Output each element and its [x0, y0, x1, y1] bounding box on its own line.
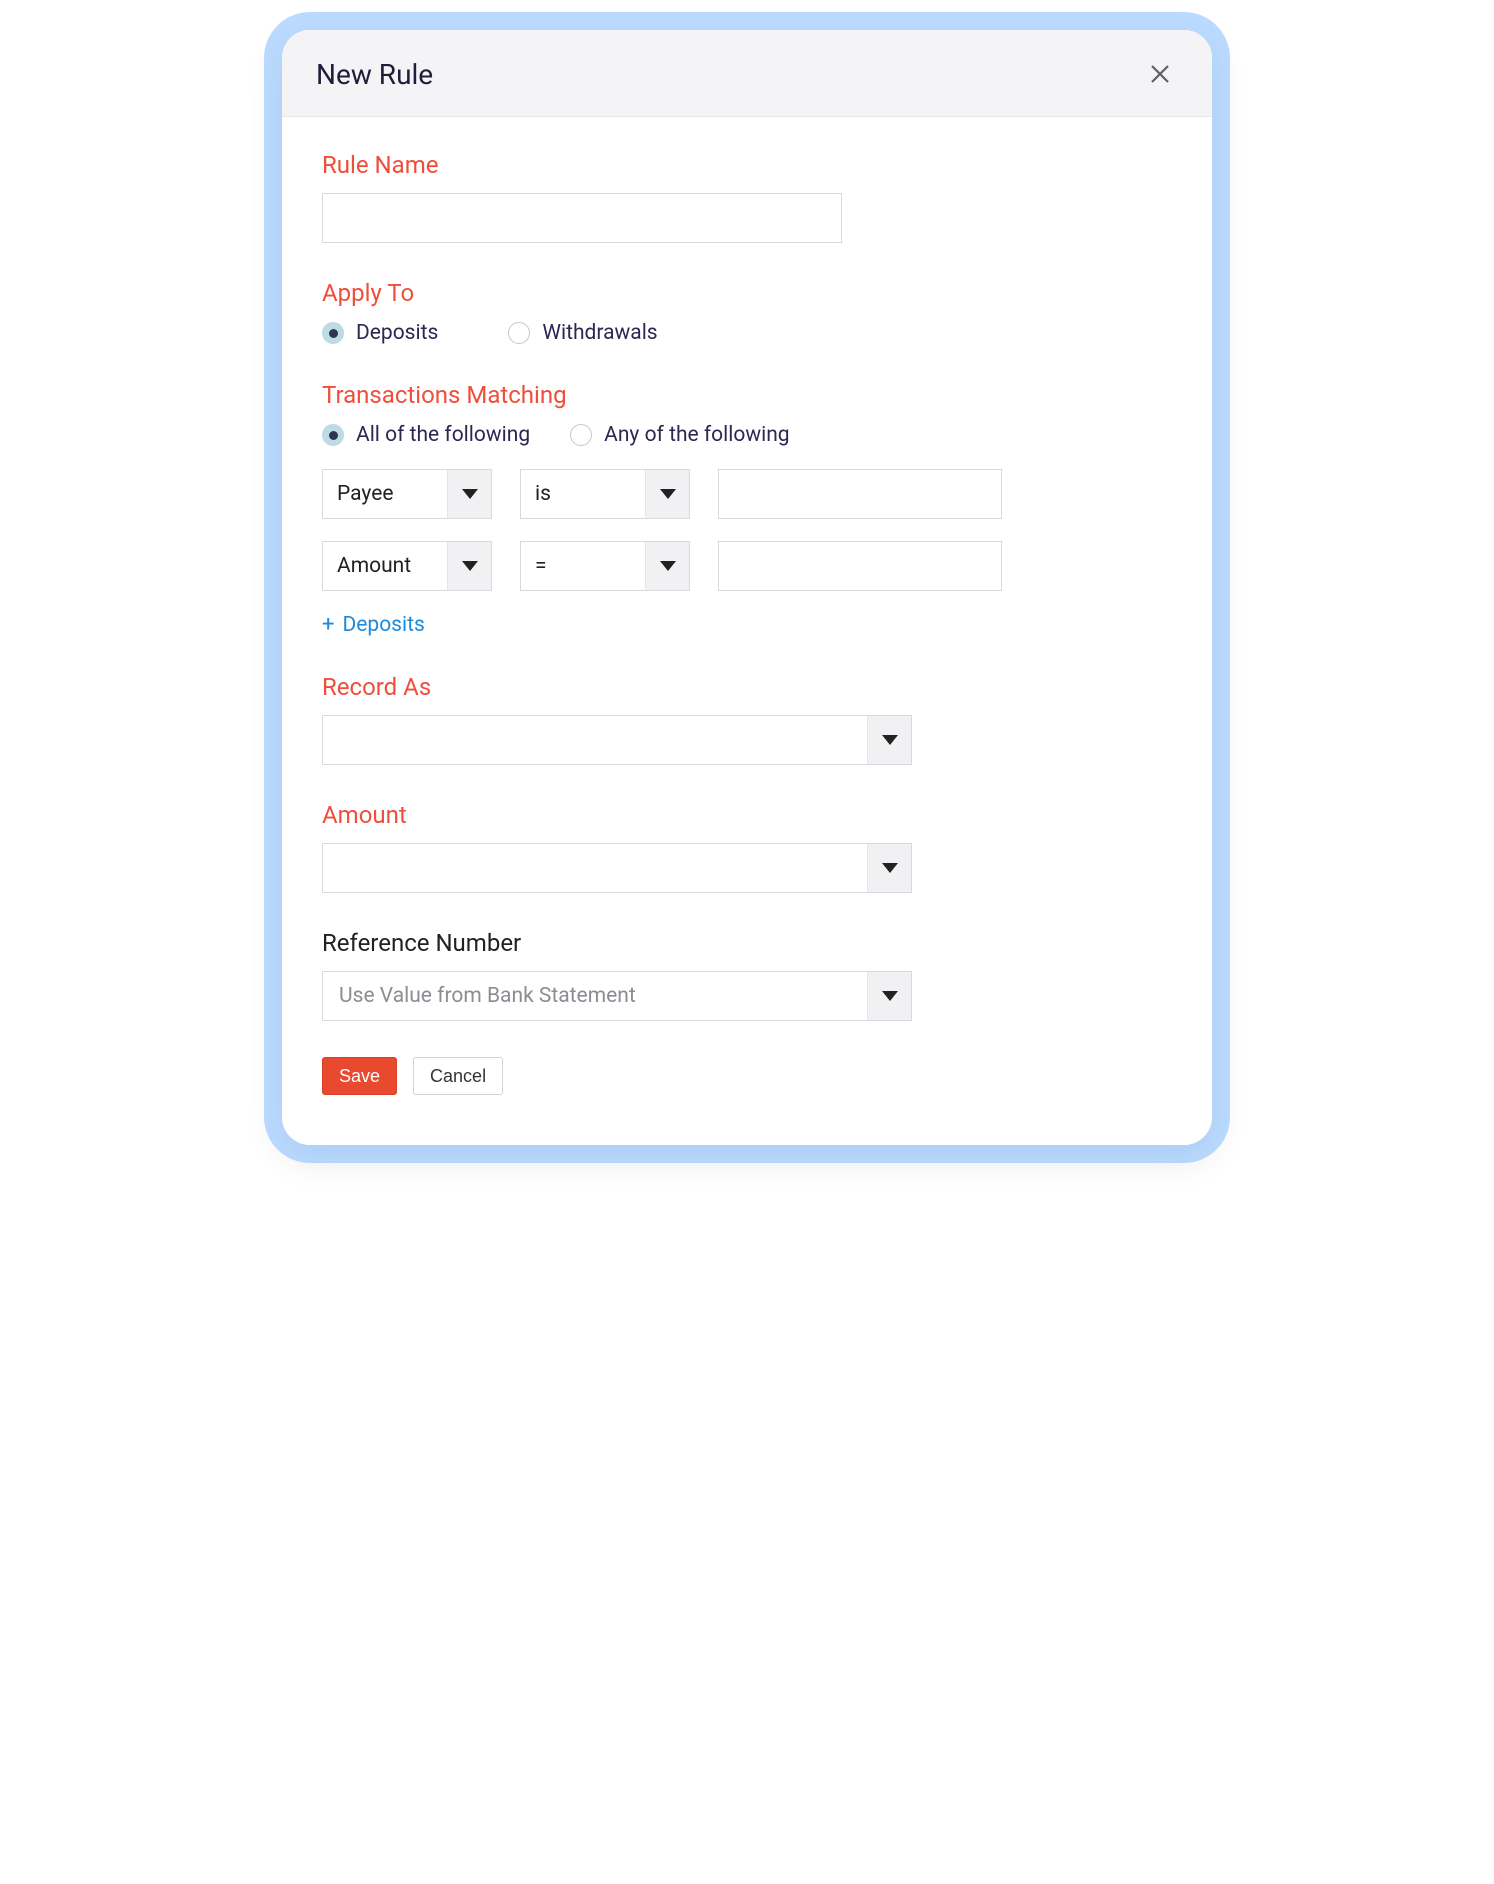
close-icon [1148, 62, 1172, 86]
apply-to-deposits-label: Deposits [356, 321, 438, 345]
match-mode-options: All of the following Any of the followin… [322, 423, 1172, 447]
radio-icon [570, 424, 592, 446]
condition-row: Amount = [322, 541, 1172, 591]
transactions-matching-label: Transactions Matching [322, 381, 1172, 409]
condition-field-select[interactable]: Amount [322, 541, 492, 591]
match-mode-all-radio[interactable]: All of the following [322, 423, 530, 447]
chevron-down-icon [867, 844, 911, 892]
apply-to-withdrawals-label: Withdrawals [542, 321, 657, 345]
rule-name-label: Rule Name [322, 151, 1172, 179]
add-condition-link[interactable]: + Deposits [322, 613, 1172, 637]
apply-to-options: Deposits Withdrawals [322, 321, 1172, 345]
condition-operator-value: is [521, 482, 645, 506]
transactions-matching-group: Transactions Matching All of the followi… [322, 381, 1172, 637]
record-as-label: Record As [322, 673, 1172, 701]
condition-operator-select[interactable]: = [520, 541, 690, 591]
apply-to-withdrawals-radio[interactable]: Withdrawals [508, 321, 657, 345]
chevron-down-icon [867, 716, 911, 764]
apply-to-group: Apply To Deposits Withdrawals [322, 279, 1172, 345]
apply-to-label: Apply To [322, 279, 1172, 307]
record-as-group: Record As [322, 673, 1172, 765]
apply-to-deposits-radio[interactable]: Deposits [322, 321, 438, 345]
modal-title: New Rule [316, 58, 433, 91]
save-button[interactable]: Save [322, 1057, 397, 1095]
record-as-select[interactable] [322, 715, 912, 765]
condition-value-input[interactable] [718, 541, 1002, 591]
condition-operator-select[interactable]: is [520, 469, 690, 519]
chevron-down-icon [645, 470, 689, 518]
rule-name-group: Rule Name [322, 151, 1172, 243]
chevron-down-icon [447, 470, 491, 518]
modal-body: Rule Name Apply To Deposits Withdrawals [282, 117, 1212, 1145]
cancel-button[interactable]: Cancel [413, 1057, 503, 1095]
rule-name-input[interactable] [322, 193, 842, 243]
modal-header: New Rule [282, 30, 1212, 117]
condition-row: Payee is [322, 469, 1172, 519]
condition-field-select[interactable]: Payee [322, 469, 492, 519]
chevron-down-icon [645, 542, 689, 590]
condition-field-value: Amount [323, 554, 447, 578]
add-condition-label: Deposits [342, 613, 424, 637]
chevron-down-icon [447, 542, 491, 590]
match-mode-any-radio[interactable]: Any of the following [570, 423, 789, 447]
radio-icon [508, 322, 530, 344]
new-rule-modal: New Rule Rule Name Apply To Deposits [282, 30, 1212, 1145]
condition-value-input[interactable] [718, 469, 1002, 519]
reference-number-select[interactable]: Use Value from Bank Statement [322, 971, 912, 1021]
chevron-down-icon [867, 972, 911, 1020]
reference-number-value: Use Value from Bank Statement [323, 984, 867, 1008]
condition-operator-value: = [521, 554, 645, 578]
match-mode-all-label: All of the following [356, 423, 530, 447]
amount-group: Amount [322, 801, 1172, 893]
radio-icon [322, 424, 344, 446]
plus-icon: + [322, 614, 334, 636]
modal-footer: Save Cancel [322, 1057, 1172, 1095]
match-mode-any-label: Any of the following [604, 423, 789, 447]
amount-label: Amount [322, 801, 1172, 829]
modal-container: New Rule Rule Name Apply To Deposits [282, 30, 1212, 1145]
close-button[interactable] [1142, 56, 1178, 92]
reference-number-label: Reference Number [322, 929, 1172, 957]
amount-select[interactable] [322, 843, 912, 893]
radio-icon [322, 322, 344, 344]
reference-number-group: Reference Number Use Value from Bank Sta… [322, 929, 1172, 1021]
condition-field-value: Payee [323, 482, 447, 506]
